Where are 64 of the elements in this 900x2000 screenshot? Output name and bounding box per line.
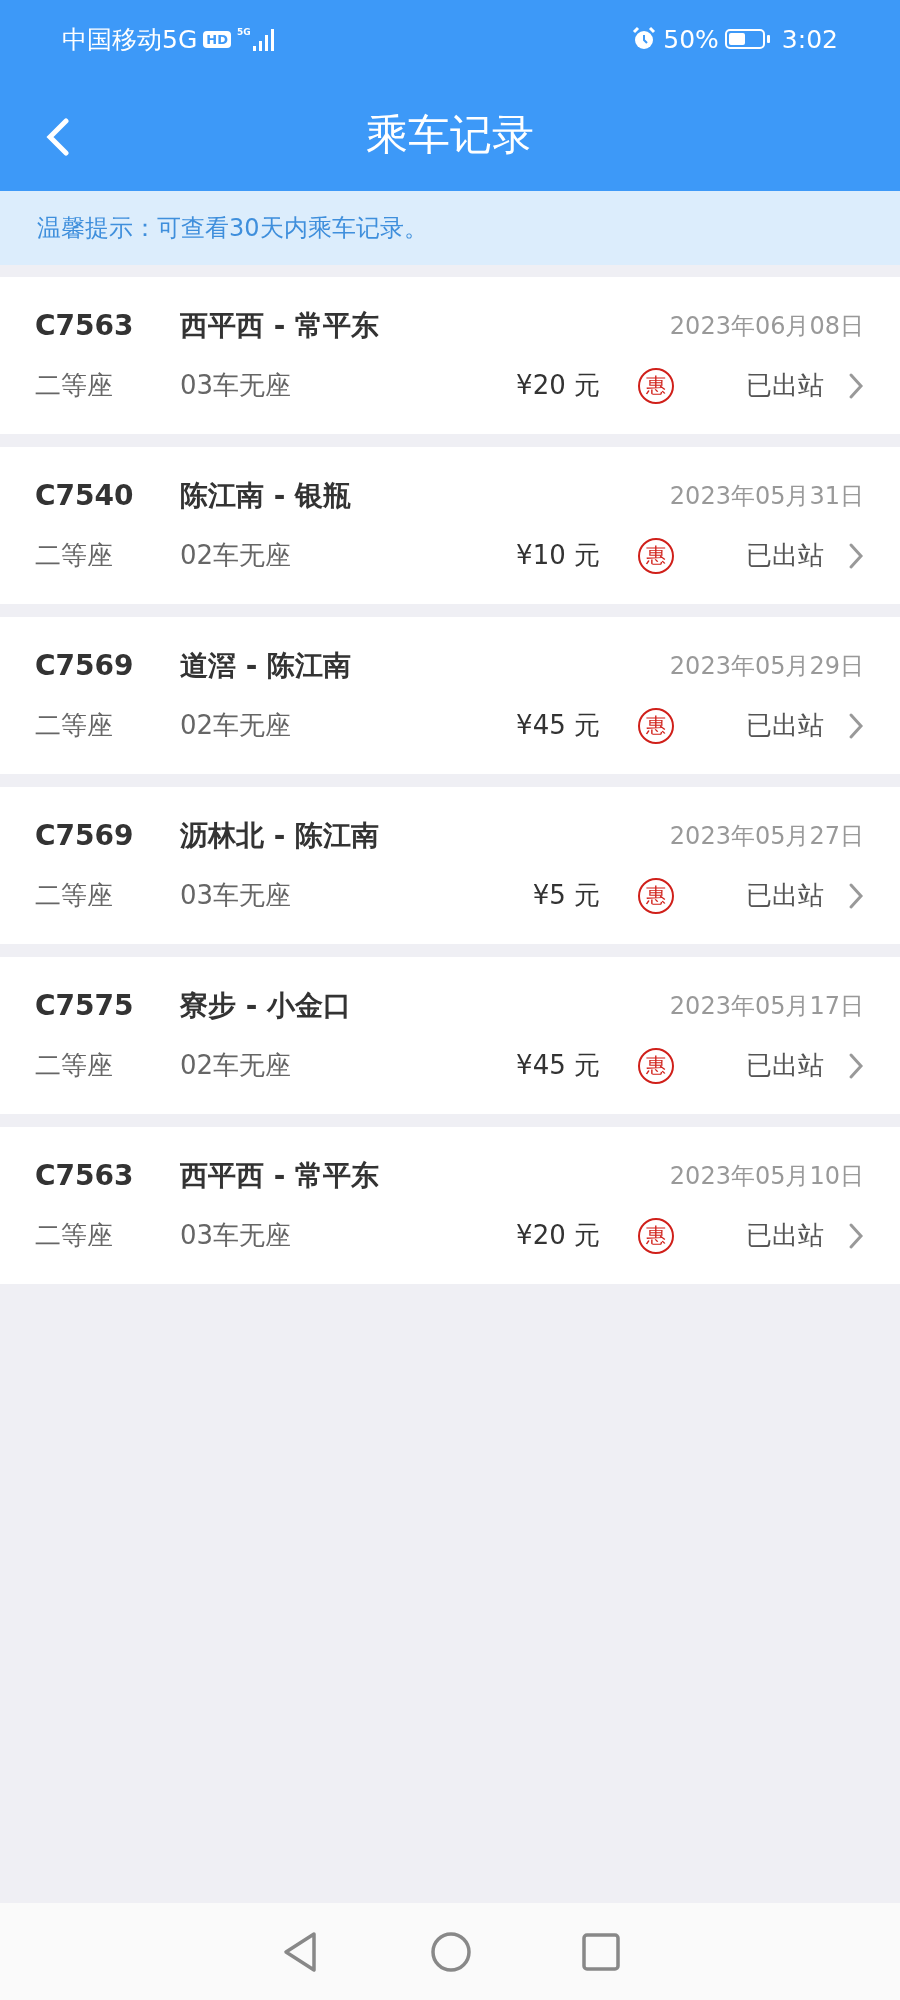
car-seat: 02车无座 <box>180 538 292 573</box>
route-text: 道滘 - 陈江南 <box>180 647 352 684</box>
car-seat: 02车无座 <box>180 708 292 743</box>
trip-date: 2023年05月17日 <box>669 990 864 1022</box>
seat-class: 二等座 <box>35 539 114 572</box>
discount-badge: 惠 <box>638 1217 674 1254</box>
train-number: C7563 <box>35 1159 135 1192</box>
carrier-name: 中国移动5G <box>62 23 198 56</box>
fare-price: ¥5 元 <box>532 879 600 912</box>
seat-class: 二等座 <box>35 1219 114 1252</box>
home-nav-button[interactable] <box>430 1930 472 1973</box>
battery-icon <box>724 29 770 49</box>
fare-price: ¥45 元 <box>516 1049 600 1082</box>
seat-class: 二等座 <box>35 369 114 402</box>
car-seat: 03车无座 <box>180 368 292 403</box>
trip-date: 2023年05月29日 <box>669 650 864 682</box>
train-number: C7540 <box>35 479 135 512</box>
alarm-icon <box>631 26 658 52</box>
chevron-right-icon[interactable] <box>848 1221 864 1250</box>
car-seat: 03车无座 <box>180 1218 292 1253</box>
car-seat: 02车无座 <box>180 1048 292 1083</box>
chevron-right-icon[interactable] <box>848 541 864 570</box>
fare-price: ¥45 元 <box>516 709 600 742</box>
discount-badge: 惠 <box>638 707 674 744</box>
trip-status: 已出站 <box>746 539 824 572</box>
discount-badge: 惠 <box>638 367 674 404</box>
discount-badge: 惠 <box>638 537 674 574</box>
trip-date: 2023年05月10日 <box>669 1160 864 1192</box>
battery-percent: 50% <box>663 24 719 54</box>
car-seat: 03车无座 <box>180 878 292 913</box>
chevron-right-icon[interactable] <box>848 881 864 910</box>
route-text: 西平西 - 常平东 <box>180 307 380 344</box>
chevron-right-icon[interactable] <box>848 371 864 400</box>
route-text: 寮步 - 小金口 <box>180 987 352 1024</box>
trip-status: 已出站 <box>746 369 824 402</box>
seat-class: 二等座 <box>35 879 114 912</box>
tip-text: 温馨提示：可查看30天内乘车记录。 <box>37 213 428 244</box>
fare-price: ¥20 元 <box>516 1219 600 1252</box>
discount-badge: 惠 <box>638 877 674 914</box>
train-number: C7575 <box>35 989 135 1022</box>
chevron-right-icon[interactable] <box>848 1051 864 1080</box>
hd-badge: HD <box>203 30 231 48</box>
fare-price: ¥10 元 <box>516 539 600 572</box>
trip-date: 2023年06月08日 <box>669 310 864 342</box>
seat-class: 二等座 <box>35 1049 114 1082</box>
train-number: C7569 <box>35 819 135 852</box>
trip-date: 2023年05月27日 <box>669 820 864 852</box>
trip-status: 已出站 <box>746 1049 824 1082</box>
trip-status: 已出站 <box>746 1219 824 1252</box>
clock-time: 3:02 <box>781 24 838 54</box>
fare-price: ¥20 元 <box>516 369 600 402</box>
seat-class: 二等座 <box>35 709 114 742</box>
trip-date: 2023年05月31日 <box>669 480 864 512</box>
recents-nav-button[interactable] <box>582 1932 620 1971</box>
discount-badge: 惠 <box>638 1047 674 1084</box>
route-text: 陈江南 - 银瓶 <box>180 477 352 514</box>
train-number: C7563 <box>35 309 135 342</box>
route-text: 沥林北 - 陈江南 <box>180 817 380 854</box>
trip-status: 已出站 <box>746 709 824 742</box>
route-text: 西平西 - 常平东 <box>180 1157 380 1194</box>
trip-status: 已出站 <box>746 879 824 912</box>
train-number: C7569 <box>35 649 135 682</box>
page-title: 乘车记录 <box>366 108 534 161</box>
chevron-right-icon[interactable] <box>848 711 864 740</box>
